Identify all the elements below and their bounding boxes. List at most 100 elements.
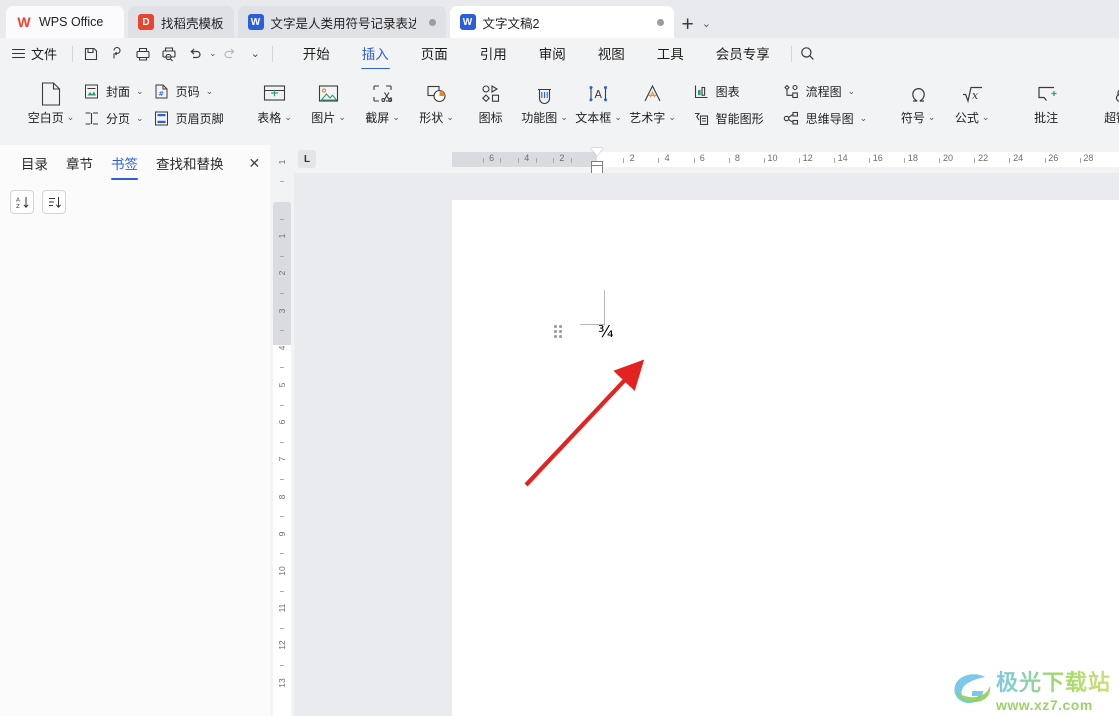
ribbon-tab-view[interactable]: 视图 bbox=[583, 40, 640, 67]
document-page[interactable]: ¾ bbox=[452, 200, 1119, 716]
chevron-down-icon[interactable]: ⌄ bbox=[982, 112, 990, 123]
panel-tab-toc[interactable]: 目录 bbox=[12, 145, 57, 182]
ribbon-tab-review[interactable]: 审阅 bbox=[524, 40, 581, 67]
chevron-down-icon[interactable]: ⌄ bbox=[284, 112, 292, 123]
chevron-down-icon[interactable]: ⌄ bbox=[848, 86, 856, 97]
print-preview-icon[interactable] bbox=[156, 42, 182, 66]
undo-icon[interactable] bbox=[182, 42, 208, 66]
tab-wps-office-home[interactable]: W WPS Office bbox=[6, 6, 124, 38]
ruler-tick bbox=[1079, 158, 1081, 163]
print-icon[interactable] bbox=[130, 42, 156, 66]
quick-access-caret-icon[interactable]: ⌄ bbox=[251, 47, 260, 60]
function-chart-button[interactable]: 功能图 ⌄ bbox=[518, 73, 572, 126]
smart-art-button[interactable]: 智能图形 bbox=[688, 105, 768, 132]
shapes-icon bbox=[424, 79, 449, 109]
chevron-down-icon[interactable]: ⌄ bbox=[136, 86, 144, 97]
blank-page-label: 空白页 bbox=[27, 111, 64, 125]
picture-button[interactable]: 图片 ⌄ bbox=[302, 73, 356, 126]
header-footer-button[interactable]: 页眉页脚 bbox=[148, 105, 228, 132]
cover-page-button[interactable]: 封面 ⌄ bbox=[78, 78, 148, 105]
icons-button[interactable]: 图标 bbox=[464, 73, 518, 126]
tab-docer-template[interactable]: D 找稻壳模板 bbox=[128, 6, 234, 38]
chevron-down-icon[interactable]: ⌄ bbox=[614, 112, 622, 123]
close-icon[interactable]: ✕ bbox=[243, 151, 267, 176]
search-button[interactable] bbox=[799, 45, 816, 62]
icons-label: 图标 bbox=[478, 111, 503, 125]
panel-tab-chapters[interactable]: 章节 bbox=[57, 145, 102, 182]
blank-page-button[interactable]: 空白页 ⌄ bbox=[24, 73, 78, 126]
chevron-down-icon[interactable]: ⌄ bbox=[392, 112, 400, 123]
chevron-down-icon[interactable]: ⌄ bbox=[136, 113, 144, 124]
file-menu-button[interactable]: 文件 bbox=[0, 44, 67, 63]
vertical-ruler[interactable]: 1 2 3 4 5 6 7 8 9 10 11 12 13 1 bbox=[270, 145, 294, 716]
tab-label: 文字文稿2 bbox=[482, 16, 540, 31]
chevron-down-icon[interactable]: ⌄ bbox=[928, 112, 936, 123]
panel-tab-find-replace[interactable]: 查找和替换 bbox=[147, 145, 233, 182]
ribbon-tab-insert[interactable]: 插入 bbox=[347, 40, 404, 70]
ruler-tick bbox=[553, 158, 555, 163]
ribbon-tab-reference[interactable]: 引用 bbox=[465, 40, 522, 67]
picture-label: 图片 bbox=[311, 111, 336, 125]
flowchart-button[interactable]: 流程图 ⌄ bbox=[778, 78, 872, 105]
undo-caret-icon[interactable]: ⌄ bbox=[209, 48, 217, 59]
cover-page-label: 封面 bbox=[106, 85, 131, 99]
word-art-button[interactable]: 艺术字 ⌄ bbox=[626, 73, 680, 126]
tab-document-2[interactable]: W 文字文稿2 bbox=[449, 6, 674, 38]
symbol-button[interactable]: 符号 ⌄ bbox=[891, 73, 945, 126]
ribbon-tab-tools[interactable]: 工具 bbox=[642, 40, 699, 67]
chevron-down-icon[interactable]: ⌄ bbox=[668, 112, 676, 123]
tab-list-caret-icon[interactable]: ⌄ bbox=[702, 17, 711, 30]
ruler-tick-label: 26 bbox=[1048, 153, 1059, 163]
page-break-button[interactable]: 分页 ⌄ bbox=[78, 105, 148, 132]
document-canvas[interactable]: ¾ bbox=[294, 173, 1119, 716]
mindmap-label: 思维导图 bbox=[805, 112, 854, 126]
tab-close-dot-icon[interactable] bbox=[656, 18, 664, 26]
writer-doc-icon: W bbox=[459, 14, 476, 30]
paragraph-drag-handle[interactable] bbox=[554, 325, 563, 338]
page-number-button[interactable]: # 页码 ⌄ bbox=[148, 78, 228, 105]
hyperlink-icon bbox=[1110, 79, 1119, 109]
chevron-down-icon[interactable]: ⌄ bbox=[67, 112, 75, 123]
formula-icon: x bbox=[959, 79, 985, 109]
table-button[interactable]: 表格 ⌄ bbox=[248, 73, 302, 126]
hyperlink-button[interactable]: 超链接 bbox=[1093, 73, 1119, 126]
chevron-down-icon[interactable]: ⌄ bbox=[860, 113, 868, 124]
chevron-down-icon[interactable]: ⌄ bbox=[206, 86, 214, 97]
mindmap-button[interactable]: 思维导图 ⌄ bbox=[778, 105, 872, 132]
ruler-tick-label: 6 bbox=[489, 153, 495, 163]
ruler-tick bbox=[904, 158, 906, 163]
tab-document-1[interactable]: W 文字是人类用符号记录表达信息以传 bbox=[237, 6, 446, 38]
chevron-down-icon[interactable]: ⌄ bbox=[560, 112, 568, 123]
sort-position-button[interactable] bbox=[42, 190, 66, 214]
shapes-button[interactable]: 形状 ⌄ bbox=[410, 73, 464, 126]
chevron-down-icon[interactable]: ⌄ bbox=[338, 112, 346, 123]
tab-stop-selector[interactable]: L bbox=[298, 150, 316, 168]
panel-tab-bookmarks[interactable]: 书签 bbox=[102, 145, 147, 182]
ruler-tick bbox=[280, 553, 284, 555]
sort-alpha-button[interactable]: A Z bbox=[10, 190, 34, 214]
bookmark-list[interactable] bbox=[0, 214, 270, 694]
svg-text:A: A bbox=[595, 88, 603, 101]
icons-icon bbox=[478, 79, 503, 109]
save-icon[interactable] bbox=[78, 42, 104, 66]
ruler-tick bbox=[939, 158, 941, 163]
ruler-tick bbox=[1044, 158, 1046, 163]
ribbon-tab-page[interactable]: 页面 bbox=[406, 40, 463, 67]
ribbon-tab-start[interactable]: 开始 bbox=[288, 40, 345, 67]
ribbon-tab-member[interactable]: 会员专享 bbox=[701, 40, 785, 67]
screenshot-button[interactable]: 截屏 ⌄ bbox=[356, 73, 410, 126]
chart-button[interactable]: 图表 bbox=[688, 78, 768, 105]
formula-button[interactable]: x 公式 ⌄ bbox=[945, 73, 999, 126]
first-line-indent-marker[interactable] bbox=[591, 148, 603, 156]
cloud-sync-icon[interactable] bbox=[104, 42, 130, 66]
text-box-button[interactable]: A 文本框 ⌄ bbox=[572, 73, 626, 126]
tab-close-dot-icon[interactable] bbox=[428, 18, 436, 26]
divider bbox=[271, 45, 273, 62]
chevron-down-icon[interactable]: ⌄ bbox=[446, 112, 454, 123]
new-comment-button[interactable]: 批注 bbox=[1019, 73, 1073, 126]
ruler-tick bbox=[728, 158, 730, 163]
new-tab-button[interactable]: + bbox=[674, 14, 702, 35]
function-chart-icon bbox=[532, 79, 557, 109]
ruler-tick-label: 9 bbox=[277, 531, 287, 537]
document-text-content[interactable]: ¾ bbox=[598, 322, 614, 341]
